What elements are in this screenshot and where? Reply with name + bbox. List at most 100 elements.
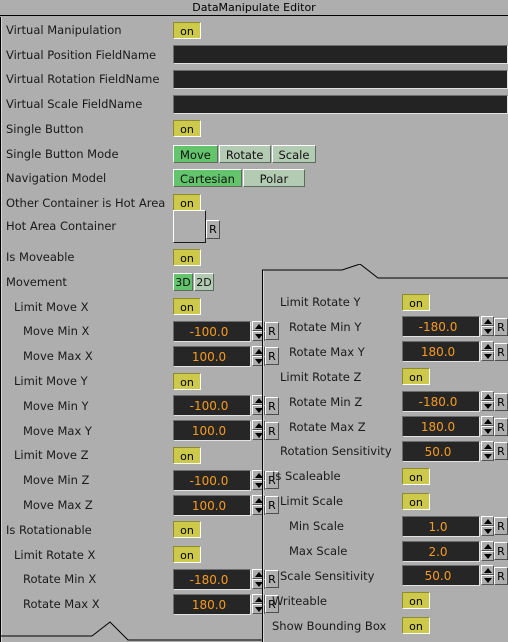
rotate-min-y-input[interactable]: -180.0 (402, 316, 480, 338)
hot-area-container-label: Hot Area Container (6, 219, 117, 233)
min-scale-input[interactable]: 1.0 (402, 515, 480, 537)
single-button-label: Single Button (6, 121, 84, 136)
virtual-scale-fieldname-row: Virtual Scale FieldName (6, 92, 508, 116)
subpanel-left-border-highlight (263, 270, 264, 642)
rotate-max-x-row: Rotate Max X 180.0 R (6, 592, 279, 616)
move-max-z-row: Move Max Z 100.0 R (6, 493, 279, 517)
rotation-sensitivity-field-group: 50.0 R (402, 440, 508, 462)
move-max-x-input[interactable]: 100.0 (173, 345, 251, 367)
is-moveable-toggle[interactable]: on (173, 248, 201, 266)
rotate-min-y-spin-up-icon[interactable] (481, 316, 494, 327)
rotation-sensitivity-reset-button[interactable]: R (494, 442, 508, 461)
virtual-position-fieldname-row: Virtual Position FieldName (6, 43, 508, 67)
rotate-min-z-reset-button[interactable]: R (494, 392, 508, 411)
single-button-mode-option-move[interactable]: Move (173, 144, 218, 163)
min-scale-spin-up-icon[interactable] (481, 515, 494, 526)
movement-label: Movement (6, 274, 67, 289)
limit-move-z-label: Limit Move Z (14, 448, 89, 463)
hot-area-container-dropzone[interactable] (173, 209, 206, 243)
limit-rotate-y-toggle[interactable]: on (402, 293, 430, 311)
hot-area-container-reset-button[interactable]: R (206, 219, 220, 239)
move-max-y-row: Move Max Y 100.0 R (6, 419, 279, 443)
min-scale-reset-button[interactable]: R (494, 517, 508, 536)
move-max-z-input[interactable]: 100.0 (173, 494, 251, 516)
panel-left-border-highlight (1, 17, 2, 642)
limit-move-z-row: Limit Move Z on (6, 443, 201, 467)
move-min-y-label: Move Min Y (23, 398, 89, 413)
move-max-y-label: Move Max Y (23, 423, 92, 438)
movement-option-3d[interactable]: 3D (173, 272, 193, 291)
limit-rotate-z-row: Limit Rotate Z on (272, 365, 430, 389)
rotate-max-z-spin-down-icon[interactable] (481, 426, 494, 436)
rotate-min-z-spin-down-icon[interactable] (481, 401, 494, 412)
is-scaleable-toggle[interactable]: on (402, 467, 430, 485)
show-bounding-box-label: Show Bounding Box (272, 618, 387, 633)
max-scale-input[interactable]: 2.0 (402, 540, 480, 562)
single-button-toggle[interactable]: on (173, 120, 201, 138)
navigation-model-option-polar[interactable]: Polar (242, 169, 305, 188)
limit-move-x-toggle[interactable]: on (173, 298, 201, 316)
rotate-min-y-reset-button[interactable]: R (494, 317, 508, 336)
min-scale-spin-down-icon[interactable] (481, 525, 494, 536)
single-button-mode-segmented-control: Move Rotate Scale (173, 144, 317, 163)
virtual-manipulation-toggle[interactable]: on (173, 21, 201, 39)
show-bounding-box-toggle[interactable]: on (402, 617, 430, 635)
move-max-x-label: Move Max X (23, 349, 93, 364)
rotate-max-z-spin-up-icon[interactable] (481, 416, 494, 426)
rotation-sensitivity-input[interactable]: 50.0 (402, 440, 480, 462)
max-scale-spin-down-icon[interactable] (481, 550, 494, 561)
virtual-position-fieldname-input[interactable] (173, 45, 508, 65)
rotate-min-z-input[interactable]: -180.0 (402, 391, 480, 413)
rotate-max-z-reset-button[interactable]: R (494, 417, 508, 436)
rotate-max-z-input[interactable]: 180.0 (402, 416, 480, 437)
move-min-y-input[interactable]: -100.0 (173, 395, 251, 417)
single-button-mode-option-scale[interactable]: Scale (271, 144, 317, 163)
limit-scale-toggle[interactable]: on (402, 492, 430, 510)
rotate-max-y-spin-down-icon[interactable] (481, 351, 494, 362)
scale-sensitivity-input[interactable]: 50.0 (402, 565, 480, 587)
rotate-max-x-label: Rotate Max X (23, 597, 100, 612)
scale-sensitivity-spin-up-icon[interactable] (481, 565, 494, 576)
is-scaleable-row: Is Scaleable on (272, 464, 430, 488)
hot-area-container-row: Hot Area Container R (6, 208, 220, 244)
movement-option-2d[interactable]: 2D (194, 272, 214, 291)
max-scale-reset-button[interactable]: R (494, 542, 508, 560)
is-rotationable-label: Is Rotationable (6, 522, 92, 537)
max-scale-field-group: 2.0 R (402, 540, 508, 562)
rotate-max-z-spinner (481, 416, 494, 437)
scale-sensitivity-spin-down-icon[interactable] (481, 575, 494, 586)
is-moveable-label: Is Moveable (6, 250, 75, 264)
virtual-scale-fieldname-input[interactable] (173, 94, 508, 114)
rotate-min-z-spin-up-icon[interactable] (481, 391, 494, 402)
writeable-label: Writeable (272, 593, 327, 608)
scale-sensitivity-reset-button[interactable]: R (494, 566, 508, 585)
rotate-min-y-field-group: -180.0 R (402, 316, 508, 338)
rotate-max-y-reset-button[interactable]: R (494, 342, 508, 361)
is-rotationable-row: Is Rotationable on (6, 518, 201, 542)
rotation-sensitivity-spin-down-icon[interactable] (481, 450, 494, 461)
move-min-z-input[interactable]: -100.0 (173, 469, 251, 491)
limit-rotate-x-toggle[interactable]: on (173, 546, 201, 564)
limit-rotate-z-toggle[interactable]: on (402, 368, 430, 386)
rotate-min-y-label: Rotate Min Y (289, 319, 362, 334)
move-max-y-input[interactable]: 100.0 (173, 420, 251, 442)
limit-move-z-toggle[interactable]: on (173, 446, 201, 464)
is-rotationable-toggle[interactable]: on (173, 521, 201, 539)
rotate-max-y-spin-up-icon[interactable] (481, 341, 494, 352)
max-scale-row: Max Scale 2.0 R (272, 539, 508, 563)
rotate-min-y-spin-down-icon[interactable] (481, 326, 494, 337)
navigation-model-option-cartesian[interactable]: Cartesian (173, 169, 242, 188)
virtual-rotation-fieldname-input[interactable] (173, 69, 508, 89)
max-scale-spin-up-icon[interactable] (481, 540, 494, 551)
move-min-z-row: Move Min Z -100.0 R (6, 468, 279, 492)
rotate-max-z-row: Rotate Max Z 180.0 R (272, 415, 508, 439)
rotate-max-y-input[interactable]: 180.0 (402, 341, 480, 363)
limit-move-y-toggle[interactable]: on (173, 372, 201, 390)
rotate-min-x-input[interactable]: -180.0 (173, 568, 251, 590)
rotation-sensitivity-spin-up-icon[interactable] (481, 440, 494, 451)
move-min-x-input[interactable]: -100.0 (173, 320, 251, 342)
single-button-mode-option-rotate[interactable]: Rotate (218, 144, 271, 163)
rotate-max-x-input[interactable]: 180.0 (173, 593, 251, 615)
move-min-x-label: Move Min X (23, 324, 90, 339)
writeable-toggle[interactable]: on (402, 592, 430, 610)
